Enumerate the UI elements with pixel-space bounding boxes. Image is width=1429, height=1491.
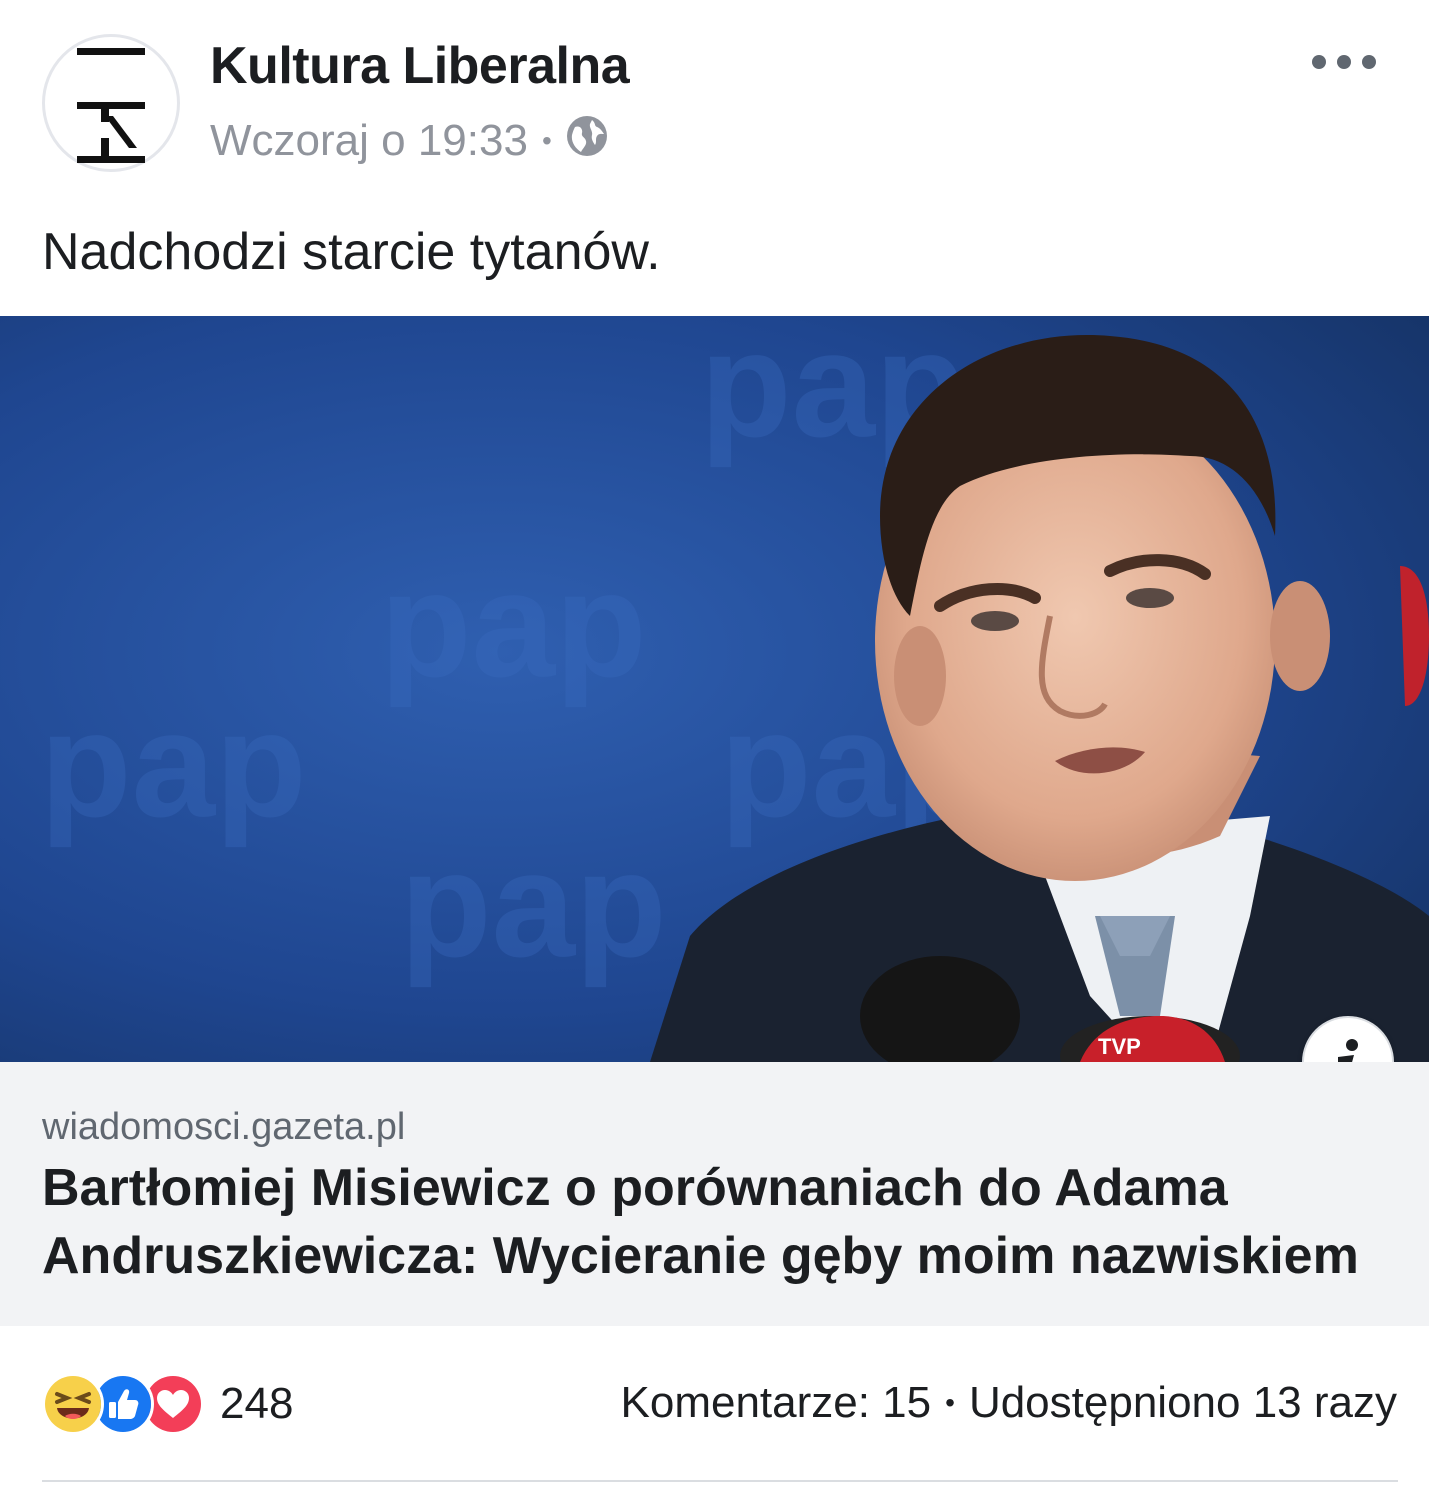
- svg-text:pap: pap: [40, 680, 307, 848]
- link-preview-image[interactable]: pap pap pap pap pap TVP: [0, 316, 1429, 1062]
- svg-text:pap: pap: [400, 820, 667, 988]
- post-text: Nadchodzi starcie tytanów.: [42, 223, 661, 281]
- globe-icon[interactable]: [566, 115, 608, 168]
- reaction-count: 248: [220, 1379, 294, 1428]
- shares-count[interactable]: Udostępniono 13 razy: [969, 1378, 1397, 1428]
- page-name[interactable]: Kultura Liberalna: [210, 36, 630, 96]
- post-stats: 248 Komentarze: 15 • Udostępniono 13 raz…: [0, 1326, 1429, 1491]
- link-domain: wiadomosci.gazeta.pl: [42, 1106, 406, 1148]
- svg-text:pap: pap: [380, 540, 647, 708]
- stats-separator: •: [945, 1387, 955, 1418]
- more-options-button[interactable]: [1312, 44, 1376, 80]
- more-horizontal-icon: [1312, 55, 1326, 69]
- post-header: Kultura Liberalna Wczoraj o 19:33 •: [0, 0, 1429, 200]
- comments-count[interactable]: Komentarze: 15: [621, 1378, 932, 1428]
- post-meta: Wczoraj o 19:33 •: [210, 112, 608, 170]
- svg-text:TVP: TVP: [1098, 1034, 1141, 1059]
- divider: [42, 1480, 1398, 1482]
- post-timestamp[interactable]: Wczoraj o 19:33: [210, 116, 528, 166]
- kultura-liberalna-logo: [77, 48, 145, 163]
- reactions-summary[interactable]: 248: [42, 1373, 294, 1435]
- meta-separator: •: [541, 125, 552, 156]
- engagement-stats: Komentarze: 15 • Udostępniono 13 razy: [621, 1378, 1398, 1428]
- page-avatar[interactable]: [42, 34, 180, 172]
- haha-icon: [42, 1373, 104, 1435]
- link-preview-box[interactable]: wiadomosci.gazeta.pl Bartłomiej Misiewic…: [0, 1062, 1429, 1326]
- link-title: Bartłomiej Misiewicz o porównaniach do A…: [42, 1159, 1359, 1285]
